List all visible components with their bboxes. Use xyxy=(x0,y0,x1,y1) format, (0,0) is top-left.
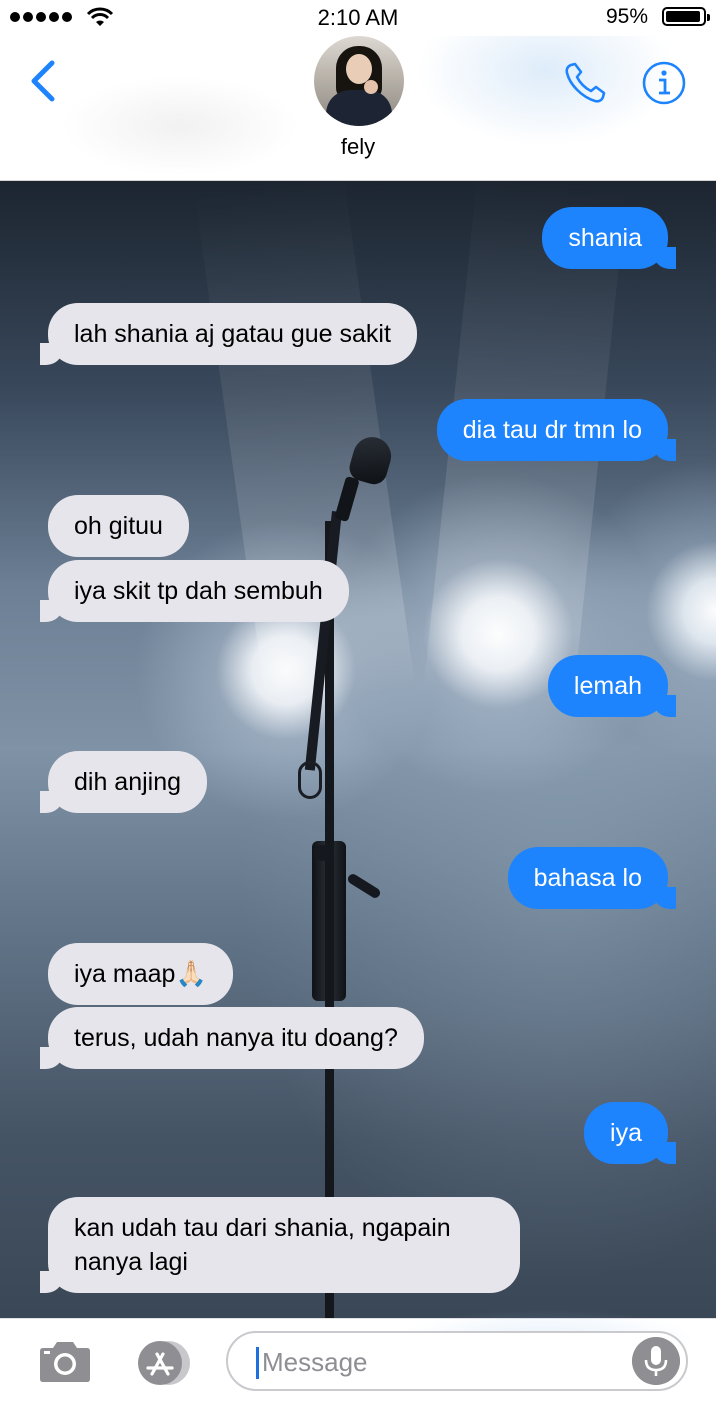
message-incoming[interactable]: lah shania aj gatau gue sakit xyxy=(40,303,417,365)
mic-knob xyxy=(314,845,330,861)
message-incoming[interactable]: dih anjing xyxy=(39,751,208,813)
camera-icon[interactable] xyxy=(36,1339,94,1385)
mic-knob xyxy=(346,872,382,900)
message-outgoing[interactable]: dia tau dr tmn lo xyxy=(436,399,677,461)
phone-icon[interactable] xyxy=(562,60,608,106)
app-store-icon[interactable] xyxy=(130,1339,196,1387)
message-incoming[interactable]: kan udah tau dari shania, ngapain nanya … xyxy=(40,1197,520,1293)
message-input-bar xyxy=(0,1309,716,1401)
contact-avatar[interactable] xyxy=(314,36,404,126)
message-input[interactable] xyxy=(262,1343,622,1381)
text-cursor xyxy=(256,1347,259,1379)
message-outgoing[interactable]: iya xyxy=(584,1102,676,1164)
microphone-icon[interactable] xyxy=(632,1337,680,1385)
chat-background[interactable]: shania lah shania aj gatau gue sakit dia… xyxy=(0,181,716,1318)
message-incoming[interactable]: iya maap🙏🏻 xyxy=(48,943,233,1005)
message-incoming[interactable]: oh gituu xyxy=(48,495,189,557)
status-bar: 2:10 AM 95% xyxy=(0,0,716,36)
info-icon[interactable] xyxy=(641,60,687,106)
conversation-header: fely xyxy=(0,36,716,181)
message-field[interactable] xyxy=(226,1331,688,1391)
battery-percentage: 95% xyxy=(605,5,648,28)
back-chevron-icon[interactable] xyxy=(26,60,60,102)
message-outgoing[interactable]: shania xyxy=(542,207,676,269)
contact-name[interactable]: fely xyxy=(0,134,716,160)
message-incoming[interactable]: iya skit tp dah sembuh xyxy=(40,560,349,622)
message-outgoing[interactable]: bahasa lo xyxy=(507,847,677,909)
battery-icon xyxy=(662,7,710,26)
message-outgoing[interactable]: lemah xyxy=(547,655,677,717)
message-incoming[interactable]: terus, udah nanya itu doang? xyxy=(40,1007,424,1069)
mic-clamp xyxy=(298,761,322,799)
